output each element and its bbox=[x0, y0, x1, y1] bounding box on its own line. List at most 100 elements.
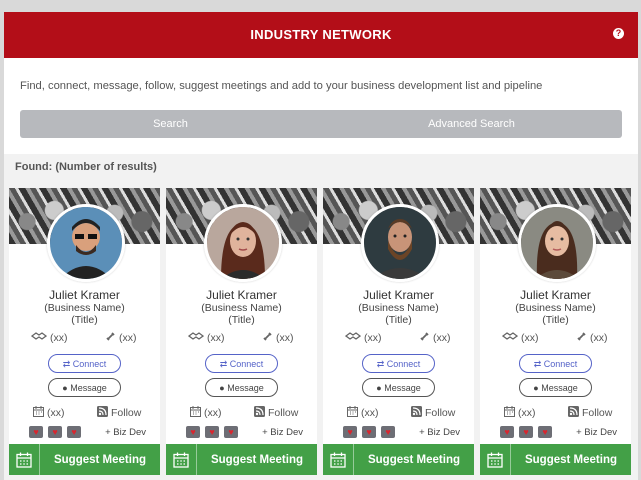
follow-button[interactable]: Follow bbox=[254, 406, 298, 420]
biz-dev-button[interactable]: + Biz Dev bbox=[105, 427, 146, 438]
suggest-meeting-button[interactable]: Suggest Meeting bbox=[323, 444, 474, 475]
profile-name[interactable]: Juliet Kramer bbox=[323, 288, 474, 302]
rss-icon bbox=[568, 406, 579, 420]
calendar-icon bbox=[480, 444, 511, 475]
links-stat: (xx) bbox=[105, 331, 137, 345]
avatar[interactable] bbox=[47, 204, 125, 282]
follow-button[interactable]: Follow bbox=[97, 406, 141, 420]
connect-label: Connect bbox=[229, 359, 264, 369]
calendar-count: (xx) bbox=[361, 407, 379, 419]
intro-section: Find, connect, message, follow, suggest … bbox=[4, 58, 638, 154]
calendar-count: (xx) bbox=[518, 407, 536, 419]
profile-cards: Juliet Kramer (Business Name) (Title) (x… bbox=[9, 188, 635, 476]
link-icon bbox=[262, 331, 273, 345]
message-label: Message bbox=[70, 383, 107, 393]
meetings-stat: (xx) bbox=[190, 406, 222, 420]
chat-icon: ● bbox=[376, 383, 382, 393]
heart-icon[interactable]: ♥ bbox=[205, 426, 219, 438]
calendar-icon bbox=[323, 444, 354, 475]
handshake-icon: ⇄ bbox=[62, 359, 71, 369]
handshake-count: (xx) bbox=[207, 331, 225, 344]
suggest-meeting-label: Suggest Meeting bbox=[53, 453, 146, 466]
calendar-icon bbox=[9, 444, 40, 475]
profile-name[interactable]: Juliet Kramer bbox=[9, 288, 160, 302]
connect-button[interactable]: ⇄ Connect bbox=[362, 354, 435, 373]
handshake-count: (xx) bbox=[364, 331, 382, 344]
follow-button[interactable]: Follow bbox=[411, 406, 455, 420]
question-icon[interactable]: ? bbox=[613, 28, 624, 39]
intro-description: Find, connect, message, follow, suggest … bbox=[20, 80, 543, 92]
follow-button[interactable]: Follow bbox=[568, 406, 612, 420]
connect-label: Connect bbox=[386, 359, 421, 369]
search-button[interactable]: Search bbox=[20, 110, 321, 138]
suggest-meeting-button[interactable]: Suggest Meeting bbox=[9, 444, 160, 475]
suggest-meeting-label: Suggest Meeting bbox=[524, 453, 617, 466]
avatar[interactable] bbox=[361, 204, 439, 282]
heart-icon[interactable]: ♥ bbox=[381, 426, 395, 438]
calendar-icon bbox=[504, 406, 515, 420]
calendar-icon bbox=[347, 406, 358, 420]
heart-icon[interactable]: ♥ bbox=[67, 426, 81, 438]
handshake-count: (xx) bbox=[521, 331, 539, 344]
handshake-icon bbox=[501, 331, 519, 344]
profile-business: (Business Name) bbox=[515, 302, 596, 314]
biz-dev-button[interactable]: + Biz Dev bbox=[262, 427, 303, 438]
links-stat: (xx) bbox=[419, 331, 451, 345]
chat-icon: ● bbox=[533, 383, 539, 393]
profile-title: (Title) bbox=[385, 314, 412, 326]
link-icon bbox=[105, 331, 116, 345]
connections-stat: (xx) bbox=[501, 331, 539, 344]
profile-business: (Business Name) bbox=[358, 302, 439, 314]
calendar-icon bbox=[33, 406, 44, 420]
follow-label: Follow bbox=[425, 407, 456, 419]
follow-label: Follow bbox=[582, 407, 613, 419]
handshake-icon: ⇄ bbox=[219, 359, 228, 369]
message-label: Message bbox=[541, 383, 578, 393]
industry-network-panel: INDUSTRY NETWORK ? Find, connect, messag… bbox=[4, 12, 638, 480]
link-count: (xx) bbox=[590, 332, 608, 344]
message-button[interactable]: ● Message bbox=[48, 378, 121, 397]
biz-dev-button[interactable]: + Biz Dev bbox=[576, 427, 617, 438]
link-count: (xx) bbox=[276, 332, 294, 344]
rss-icon bbox=[254, 406, 265, 420]
heart-icon[interactable]: ♥ bbox=[500, 426, 514, 438]
heart-icon[interactable]: ♥ bbox=[538, 426, 552, 438]
link-count: (xx) bbox=[433, 332, 451, 344]
heart-icon[interactable]: ♥ bbox=[519, 426, 533, 438]
heart-icon[interactable]: ♥ bbox=[224, 426, 238, 438]
heart-icon[interactable]: ♥ bbox=[186, 426, 200, 438]
biz-dev-button[interactable]: + Biz Dev bbox=[419, 427, 460, 438]
suggest-meeting-button[interactable]: Suggest Meeting bbox=[480, 444, 631, 475]
connect-button[interactable]: ⇄ Connect bbox=[205, 354, 278, 373]
page-title: INDUSTRY NETWORK bbox=[250, 27, 392, 42]
calendar-count: (xx) bbox=[47, 407, 65, 419]
heart-icon[interactable]: ♥ bbox=[29, 426, 43, 438]
profile-card: Juliet Kramer (Business Name) (Title) (x… bbox=[480, 188, 631, 475]
heart-icon[interactable]: ♥ bbox=[343, 426, 357, 438]
link-count: (xx) bbox=[119, 332, 137, 344]
message-button[interactable]: ● Message bbox=[362, 378, 435, 397]
profile-card: Juliet Kramer (Business Name) (Title) (x… bbox=[166, 188, 317, 475]
avatar[interactable] bbox=[204, 204, 282, 282]
profile-name[interactable]: Juliet Kramer bbox=[480, 288, 631, 302]
handshake-icon bbox=[30, 331, 48, 344]
profile-name[interactable]: Juliet Kramer bbox=[166, 288, 317, 302]
rss-icon bbox=[97, 406, 108, 420]
suggest-meeting-label: Suggest Meeting bbox=[210, 453, 303, 466]
heart-icon[interactable]: ♥ bbox=[362, 426, 376, 438]
meetings-stat: (xx) bbox=[347, 406, 379, 420]
avatar[interactable] bbox=[518, 204, 596, 282]
connect-button[interactable]: ⇄ Connect bbox=[48, 354, 121, 373]
connect-button[interactable]: ⇄ Connect bbox=[519, 354, 592, 373]
rss-icon bbox=[411, 406, 422, 420]
message-label: Message bbox=[384, 383, 421, 393]
advanced-search-button[interactable]: Advanced Search bbox=[321, 110, 622, 138]
profile-title: (Title) bbox=[228, 314, 255, 326]
rating-hearts: ♥ ♥ ♥ bbox=[29, 426, 81, 438]
message-button[interactable]: ● Message bbox=[519, 378, 592, 397]
heart-icon[interactable]: ♥ bbox=[48, 426, 62, 438]
message-button[interactable]: ● Message bbox=[205, 378, 278, 397]
profile-business: (Business Name) bbox=[44, 302, 125, 314]
follow-label: Follow bbox=[268, 407, 299, 419]
suggest-meeting-button[interactable]: Suggest Meeting bbox=[166, 444, 317, 475]
